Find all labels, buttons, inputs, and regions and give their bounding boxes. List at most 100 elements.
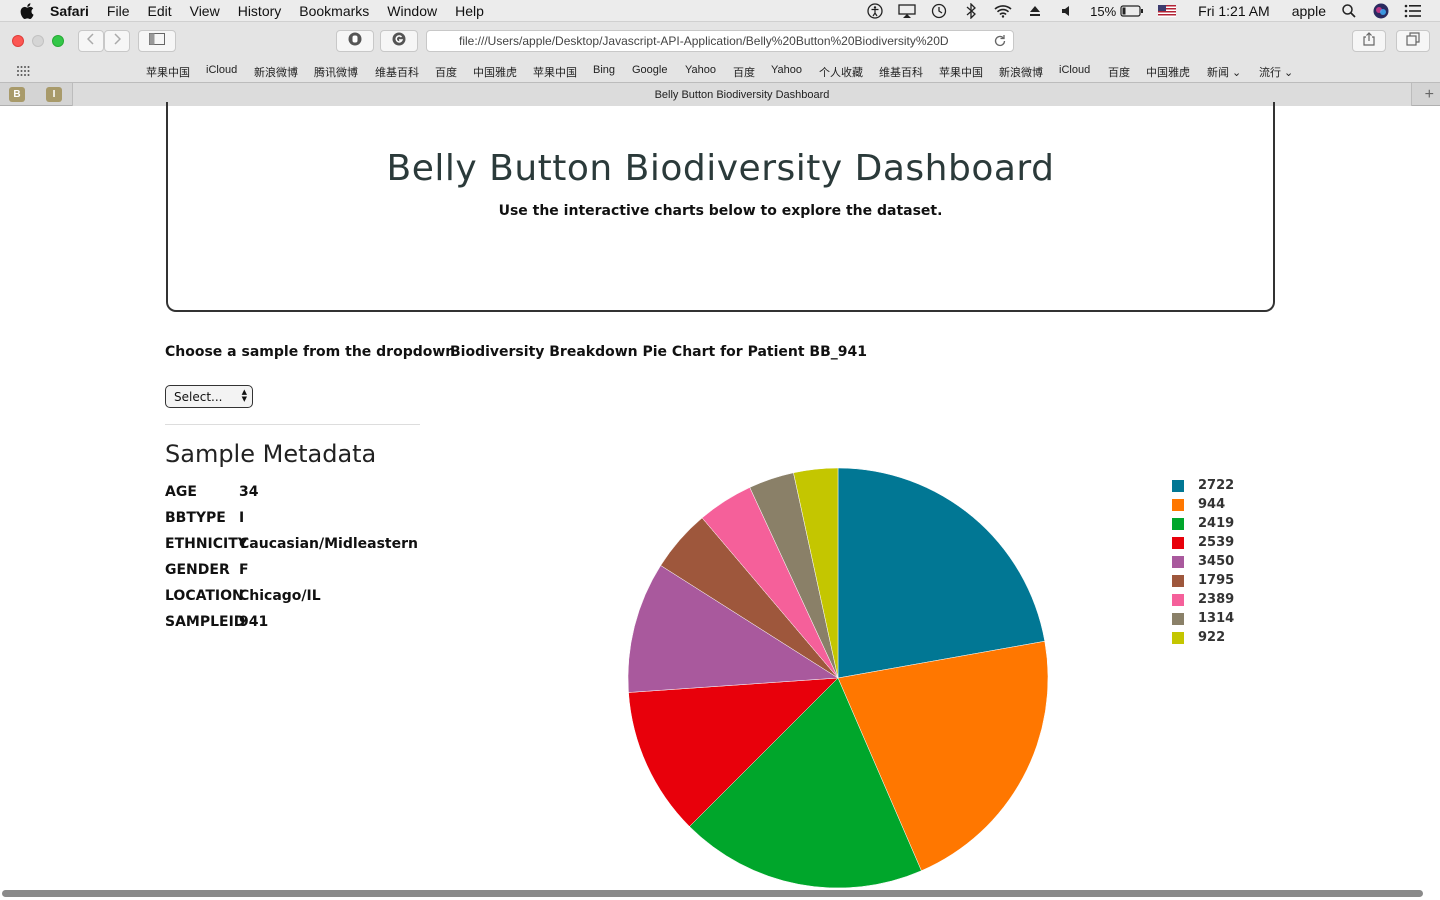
legend-item[interactable]: 1314: [1172, 609, 1234, 628]
user-name[interactable]: apple: [1292, 3, 1326, 19]
bookmark-item[interactable]: 新浪微博: [999, 64, 1043, 80]
sample-select[interactable]: Select... ▲ ▼: [165, 385, 253, 408]
metadata-value: Chicago/IL: [239, 588, 321, 604]
legend-swatch: [1172, 612, 1184, 625]
pie-chart[interactable]: [580, 446, 1100, 890]
bookmark-item[interactable]: 维基百科: [879, 64, 923, 80]
legend-swatch: [1172, 498, 1184, 511]
bookmark-item[interactable]: 百度: [1108, 64, 1130, 80]
bookmark-item[interactable]: 维基百科: [375, 64, 419, 80]
tab-title: Belly Button Biodiversity Dashboard: [654, 88, 830, 101]
apple-icon[interactable]: [18, 2, 36, 20]
window-minimize-button[interactable]: [32, 35, 44, 47]
window-close-button[interactable]: [12, 35, 24, 47]
metadata-row: LOCATION Chicago/IL: [165, 588, 418, 614]
legend-label: 1314: [1198, 611, 1235, 626]
bluetooth-icon[interactable]: [962, 3, 980, 19]
horizontal-scrollbar[interactable]: [2, 890, 1423, 897]
back-button[interactable]: [78, 30, 104, 52]
menu-history[interactable]: History: [238, 3, 282, 19]
legend-swatch: [1172, 479, 1184, 492]
legend-item[interactable]: 944: [1172, 495, 1234, 514]
legend-label: 2389: [1198, 592, 1235, 607]
metadata-key: ETHNICITY: [165, 536, 248, 552]
legend-label: 1795: [1198, 573, 1235, 588]
us-flag-icon[interactable]: [1158, 3, 1177, 19]
legend-item[interactable]: 1795: [1172, 571, 1234, 590]
metadata-value: Caucasian/Midleastern: [239, 536, 418, 552]
sidebar-icon: [149, 32, 165, 50]
clock[interactable]: Fri 1:21 AM: [1198, 3, 1270, 19]
bookmark-item[interactable]: 百度: [435, 64, 457, 80]
forward-button[interactable]: [104, 30, 130, 52]
notification-center-icon[interactable]: [1404, 3, 1422, 19]
siri-icon[interactable]: [1372, 3, 1390, 19]
bookmark-item[interactable]: 腾讯微博: [314, 64, 358, 80]
bookmark-item[interactable]: 个人收藏: [819, 64, 863, 80]
bookmark-item[interactable]: Google: [632, 64, 667, 76]
bookmark-item[interactable]: Yahoo: [771, 64, 802, 76]
spotlight-search-icon[interactable]: [1340, 3, 1358, 19]
legend-label: 2722: [1198, 478, 1235, 493]
chevron-left-icon: [86, 32, 95, 50]
bookmark-item[interactable]: 中国雅虎: [1146, 64, 1190, 80]
bookmark-item[interactable]: 苹果中国: [146, 64, 190, 80]
accessibility-icon[interactable]: [866, 3, 884, 19]
volume-icon[interactable]: [1058, 3, 1076, 19]
bookmark-item[interactable]: 百度: [733, 64, 755, 80]
bookmark-item[interactable]: 苹果中国: [533, 64, 577, 80]
window-zoom-button[interactable]: [52, 35, 64, 47]
share-button[interactable]: [1352, 30, 1386, 52]
legend-swatch: [1172, 574, 1184, 587]
g-extension-icon: [392, 32, 406, 51]
metadata-key: GENDER: [165, 562, 230, 578]
legend-swatch: [1172, 631, 1184, 644]
address-bar[interactable]: file:///Users/apple/Desktop/Javascript-A…: [426, 30, 1014, 52]
extension-button[interactable]: [380, 30, 418, 52]
bookmark-item[interactable]: Bing: [593, 64, 615, 76]
menu-help[interactable]: Help: [455, 3, 484, 19]
wifi-icon[interactable]: [994, 3, 1012, 19]
legend-item[interactable]: 2419: [1172, 514, 1234, 533]
menu-app-safari[interactable]: Safari: [50, 3, 89, 19]
page-title: Belly Button Biodiversity Dashboard: [386, 148, 1055, 189]
metadata-panel: AGE 34 BBTYPE I ETHNICITY Caucasian/Midleas…: [165, 484, 418, 640]
bookmark-folder-popular[interactable]: 流行 ⌄: [1259, 64, 1293, 80]
chart-legend: 2722 944 2419 2539 3450 1795 2389 1314 922: [1172, 476, 1234, 647]
airplay-icon[interactable]: [898, 3, 916, 19]
bookmark-item[interactable]: iCloud: [1059, 64, 1090, 76]
bookmark-item[interactable]: 苹果中国: [939, 64, 983, 80]
battery-icon[interactable]: [1120, 3, 1144, 19]
menu-bookmarks[interactable]: Bookmarks: [299, 3, 369, 19]
bookmark-item[interactable]: Yahoo: [685, 64, 716, 76]
legend-swatch: [1172, 517, 1184, 530]
legend-item[interactable]: 922: [1172, 628, 1234, 647]
pinned-tab[interactable]: B: [9, 87, 25, 102]
menu-file[interactable]: File: [107, 3, 130, 19]
pie-slice-2722[interactable]: [837, 467, 1046, 679]
sidebar-toggle-button[interactable]: [138, 30, 176, 52]
browser-toolbar: file:///Users/apple/Desktop/Javascript-A…: [0, 22, 1440, 60]
menu-edit[interactable]: Edit: [147, 3, 171, 19]
legend-item[interactable]: 3450: [1172, 552, 1234, 571]
apps-grid-icon[interactable]: [16, 65, 30, 80]
legend-item[interactable]: 2539: [1172, 533, 1234, 552]
dropdown-label: Choose a sample from the dropdown: [165, 344, 456, 360]
reload-icon[interactable]: [993, 34, 1007, 51]
eject-icon[interactable]: [1026, 3, 1044, 19]
menu-window[interactable]: Window: [387, 3, 437, 19]
privacy-extension-button[interactable]: [336, 30, 374, 52]
chart-title: Biodiversity Breakdown Pie Chart for Pat…: [450, 344, 867, 360]
pinned-tab[interactable]: I: [46, 87, 62, 102]
tab-overview-button[interactable]: [1396, 30, 1430, 52]
new-tab-plus-icon[interactable]: +: [1425, 86, 1434, 104]
bookmark-item[interactable]: 新浪微博: [254, 64, 298, 80]
menu-view[interactable]: View: [190, 3, 220, 19]
legend-item[interactable]: 2722: [1172, 476, 1234, 495]
time-machine-icon[interactable]: [930, 3, 948, 19]
bookmark-item[interactable]: iCloud: [206, 64, 237, 76]
legend-item[interactable]: 2389: [1172, 590, 1234, 609]
bookmark-folder-news[interactable]: 新闻 ⌄: [1207, 64, 1241, 80]
legend-label: 3450: [1198, 554, 1235, 569]
bookmark-item[interactable]: 中国雅虎: [473, 64, 517, 80]
